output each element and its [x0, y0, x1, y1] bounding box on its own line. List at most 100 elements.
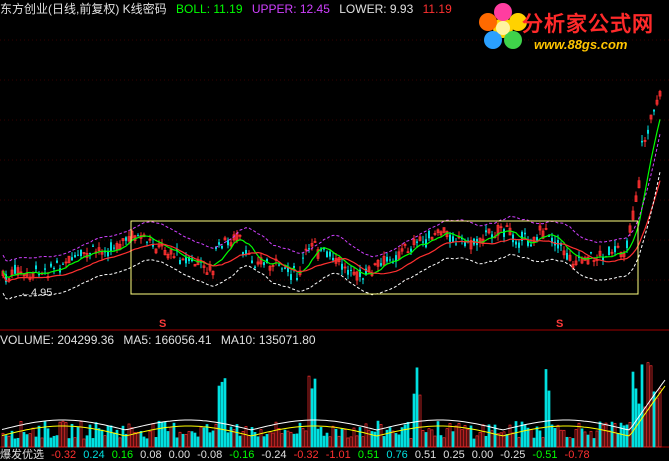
candle-body [503, 229, 505, 237]
candle-body [416, 241, 418, 243]
volume-bar [166, 431, 170, 448]
volume-bar [34, 436, 38, 448]
candle-body [35, 265, 37, 270]
volume-bar [178, 431, 182, 448]
volume-bar [412, 393, 416, 448]
volume-bar [130, 427, 134, 448]
footer-value: 0.16 [111, 449, 134, 461]
volume-bar [592, 438, 596, 448]
kline-chart-canvas[interactable] [0, 0, 669, 461]
volume-bar [115, 429, 119, 448]
volume-bar [70, 423, 74, 448]
volume-bar [382, 436, 386, 448]
volume-bar [271, 432, 275, 448]
candle-body [536, 237, 538, 241]
volume-bar [37, 425, 41, 448]
lower-value: LOWER: 9.93 [339, 2, 414, 16]
volume-bar [46, 428, 50, 448]
volume-bar [373, 431, 377, 448]
volume-bar [259, 429, 263, 448]
volume-bar [337, 435, 341, 448]
volume-bar [226, 432, 230, 448]
volume-bar [466, 429, 470, 448]
candle-body [428, 230, 430, 239]
candle-body [350, 269, 352, 271]
candle-body [296, 277, 298, 280]
footer-value: -0.24 [261, 449, 287, 461]
candle-body [71, 257, 73, 261]
candle-body [218, 242, 220, 245]
volume-bar [223, 378, 227, 448]
volume-bar [307, 375, 311, 448]
candle-body [179, 259, 181, 265]
candle-body [62, 263, 64, 265]
volume-bar [163, 421, 167, 448]
upper-value: UPPER: 12.45 [251, 2, 330, 16]
volume-bar [208, 432, 212, 448]
volume-bar [487, 424, 491, 448]
volume-bar [403, 424, 407, 448]
chart-title: 东方创业(日线,前复权) K线密码 [0, 2, 167, 16]
volume-bar [562, 429, 566, 448]
low-price-marker: ←4.95 [20, 287, 53, 299]
candle-body [332, 257, 334, 261]
candle-body [89, 253, 91, 255]
volume-bar [511, 432, 515, 448]
candle-body [293, 265, 295, 268]
volume-bar [523, 424, 527, 448]
volume-bar [316, 428, 320, 448]
volume-bar [385, 429, 389, 448]
volume-bar [634, 388, 638, 448]
volume-bar [301, 428, 305, 448]
volume-bar [361, 436, 365, 448]
volume-bar [496, 433, 500, 448]
volume-bar [556, 424, 560, 448]
candle-body [50, 263, 52, 267]
volume-bar [91, 438, 95, 448]
footer-value: 0.00 [471, 449, 494, 461]
logo-url[interactable]: www.88gs.com [534, 37, 627, 52]
volume-bar [427, 428, 431, 448]
volume-bar [421, 430, 425, 448]
volume-bar [472, 438, 476, 448]
volume-bar [658, 388, 662, 448]
volume-bar [79, 421, 83, 448]
candle-body [524, 232, 526, 235]
candle-body [284, 267, 286, 269]
volume-bar [586, 434, 590, 448]
volume-bar [655, 397, 659, 448]
candle-body [125, 237, 127, 241]
volume-header: VOLUME: 204299.36 MA5: 166056.41 MA10: 1… [0, 333, 322, 347]
candle-body [566, 253, 568, 260]
volume-bar [268, 431, 272, 448]
volume-bar [73, 437, 77, 448]
signal-marker-1: S [159, 318, 167, 330]
candle-body [80, 249, 82, 257]
volume-bar [532, 437, 536, 448]
volume-ma5-line [1, 379, 666, 431]
candle-body [422, 241, 424, 243]
volume-bar [55, 435, 59, 448]
volume-bar [424, 432, 428, 448]
volume-bar [349, 436, 353, 448]
volume-bar [112, 432, 116, 448]
volume-bar [439, 435, 443, 448]
volume-bar [256, 436, 260, 448]
indicator-footer: 爆发优选 -0.32 0.24 0.16 0.08 0.00 -0.08 -0.… [0, 449, 594, 461]
candle-body [278, 264, 280, 266]
volume-bar [460, 429, 464, 448]
volume-bar [583, 431, 587, 448]
candle-body [626, 240, 628, 249]
volume-bar [106, 425, 110, 448]
volume-bar [559, 429, 563, 448]
candle-body [38, 274, 40, 276]
volume-bar [280, 433, 284, 448]
volume-bar [82, 438, 86, 448]
volume-bar [151, 423, 155, 448]
volume-bar [244, 426, 248, 448]
volume-bar [169, 426, 173, 448]
footer-value: 0.24 [83, 449, 105, 461]
volume-bar [310, 388, 314, 448]
candle-body [410, 248, 412, 252]
candle-body [329, 251, 331, 257]
